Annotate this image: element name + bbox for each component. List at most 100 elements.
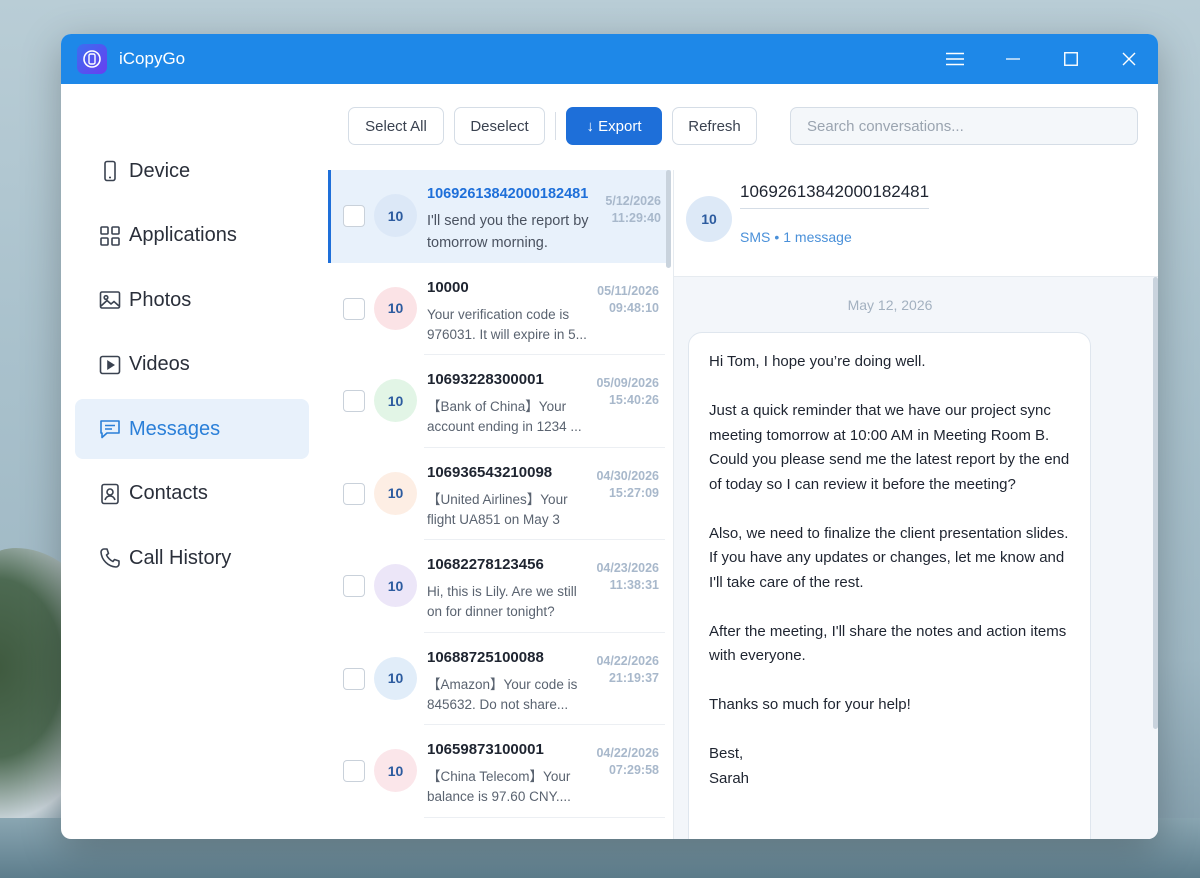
sidebar-item-label: Messages — [129, 417, 221, 440]
avatar: 10 — [374, 749, 417, 792]
sidebar-item-label: Photos — [129, 288, 192, 311]
conversation-checkbox[interactable] — [343, 482, 365, 505]
phone-icon — [99, 160, 121, 182]
conversation-time: 15:27:09 — [608, 485, 659, 500]
conversation-timestamp: 5/12/2026 11:29:40 — [605, 193, 661, 227]
contact-icon — [99, 483, 121, 505]
message-detail: 10 10692613842000182481 SMS • 1 message Ma… — [673, 170, 1158, 839]
conversation-time: 09:48:10 — [608, 300, 659, 315]
conversation-name: 10693228300001 — [427, 371, 544, 388]
conversation-name: 106936543210098 — [427, 463, 553, 481]
separator-dot: • — [774, 229, 780, 245]
deselect-button[interactable]: Deselect — [454, 107, 545, 145]
detail-scrollbar[interactable] — [1153, 277, 1158, 729]
sidebar-item-messages[interactable]: Messages — [75, 399, 309, 459]
conversation-name: 10692613842000182481 — [427, 186, 589, 202]
conversation-item[interactable]: 10 10000 05/11/2026 09:48:10 Your verific… — [328, 263, 671, 355]
minimize-icon — [1006, 58, 1020, 60]
conversation-checkbox[interactable] — [343, 390, 365, 412]
sidebar-item-photos[interactable]: Photos — [75, 270, 309, 330]
sidebar-item-device[interactable]: Device — [75, 141, 309, 201]
menu-button[interactable] — [926, 34, 984, 84]
sidebar-item-applications[interactable]: Applications — [75, 206, 309, 266]
conversation-preview: Your verification code is 976031. It wil… — [427, 306, 587, 342]
sidebar-item-call-history[interactable]: Call History — [75, 528, 309, 588]
message-paragraph: Also, we need to finalize the client pre… — [709, 524, 1069, 591]
message-icon — [99, 418, 121, 440]
conversation-name: 10682278123456 — [427, 556, 544, 573]
message-meta: SMS • 1 message — [740, 229, 852, 245]
conversation-preview: 【United Airlines】Your flight UA851 on Ma… — [427, 491, 568, 527]
conversation-date: 04/23/2026 — [596, 561, 659, 575]
phone-call-icon — [99, 547, 121, 569]
conversation-time: 07:29:58 — [608, 763, 659, 777]
conversation-time: 11:29:40 — [611, 211, 661, 225]
conversation-checkbox[interactable] — [343, 760, 365, 782]
conversation-timestamp: 05/09/2026 15:40:26 — [596, 375, 659, 409]
search-input[interactable] — [790, 107, 1138, 145]
avatar: 10 — [374, 379, 417, 422]
conversation-preview: 【Bank of China】Your account ending in 12… — [427, 399, 582, 434]
message-type: SMS — [740, 229, 771, 245]
conversation-preview: 【Amazon】Your code is 845632. Do not shar… — [427, 676, 578, 712]
conversation-item[interactable]: 10 10682278123456 04/23/2026 11:38:31 Hi,… — [328, 540, 671, 633]
sidebar-item-videos[interactable]: Videos — [75, 335, 309, 395]
divider — [424, 816, 665, 818]
message-paragraph: After the meeting, I'll share the notes … — [709, 622, 1067, 665]
conversation-checkbox[interactable] — [343, 205, 365, 227]
maximize-button[interactable] — [1042, 34, 1100, 84]
conversation-checkbox[interactable] — [343, 297, 365, 320]
message-signature: Sarah — [709, 769, 750, 787]
avatar: 10 — [374, 471, 417, 515]
conversation-name: 10688725100088 — [427, 648, 544, 666]
conversation-date: 05/09/2026 — [596, 376, 659, 390]
close-button[interactable] — [1100, 34, 1158, 84]
conversation-item[interactable]: 10 10688725100088 04/22/2026 21:19:37 【Am… — [328, 633, 671, 725]
toolbar-separator — [555, 112, 556, 140]
maximize-icon — [1064, 52, 1078, 66]
conversation-list: 10 10692613842000182481 5/12/2026 11:29:4… — [328, 170, 671, 839]
conversation-timestamp: 04/23/2026 11:38:31 — [596, 560, 659, 594]
message-count: 1 message — [783, 229, 852, 245]
conversation-date: 04/22/2026 — [596, 653, 659, 668]
conversation-scrollbar[interactable] — [666, 170, 671, 268]
image-icon — [99, 289, 121, 311]
conversation-time: 11:38:31 — [609, 578, 659, 592]
export-button[interactable]: ↓ Export — [566, 107, 662, 145]
conversation-item[interactable]: 10 106936543210098 04/30/2026 15:27:09 【U… — [328, 448, 671, 540]
app-title: iCopyGo — [119, 49, 186, 68]
conversation-date: 5/12/2026 — [605, 194, 661, 208]
conversation-date: 04/22/2026 — [596, 746, 659, 760]
message-paragraph: Just a quick reminder that we have our p… — [709, 402, 1070, 493]
conversation-date: 04/30/2026 — [596, 468, 659, 483]
minimize-button[interactable] — [984, 34, 1042, 84]
date-separator: May 12, 2026 — [847, 297, 933, 313]
sidebar-item-label: Videos — [129, 353, 190, 375]
close-icon — [1122, 52, 1136, 66]
hamburger-icon — [946, 52, 964, 66]
conversation-preview: I'll send you the report by tomorrow mor… — [427, 213, 589, 251]
sidebar-item-label: Call History — [129, 546, 232, 569]
conversation-date: 05/11/2026 — [597, 283, 659, 298]
detail-header: 10 10692613842000182481 SMS • 1 message — [674, 170, 1158, 277]
conversation-preview: 【China Telecom】Your balance is 97.60 CNY… — [427, 769, 571, 804]
conversation-timestamp: 05/11/2026 09:48:10 — [597, 283, 659, 317]
conversation-item[interactable]: 10 10692613842000182481 5/12/2026 11:29:4… — [328, 170, 671, 263]
avatar: 10 — [374, 564, 417, 607]
avatar: 10 — [374, 286, 417, 330]
avatar: 10 — [374, 194, 417, 237]
refresh-button[interactable]: Refresh — [672, 107, 757, 145]
message-paragraph: Hi Tom, I hope you’re doing well. — [709, 353, 926, 370]
video-icon — [99, 354, 121, 376]
conversation-checkbox[interactable] — [343, 575, 365, 597]
conversation-item[interactable]: 10 10659873100001 04/22/2026 07:29:58 【Ch… — [328, 725, 671, 818]
conversation-timestamp: 04/30/2026 15:27:09 — [596, 468, 659, 502]
select-all-button[interactable]: Select All — [348, 107, 444, 145]
message-bubble: Hi Tom, I hope you’re doing well. Just a… — [688, 332, 1091, 839]
conversation-item[interactable]: 10 10693228300001 05/09/2026 15:40:26 【Ba… — [328, 355, 671, 448]
avatar: 10 — [686, 196, 732, 242]
conversation-checkbox[interactable] — [343, 667, 365, 690]
sidebar-item-contacts[interactable]: Contacts — [75, 464, 309, 524]
avatar: 10 — [374, 656, 417, 700]
app-logo-icon — [77, 44, 107, 74]
